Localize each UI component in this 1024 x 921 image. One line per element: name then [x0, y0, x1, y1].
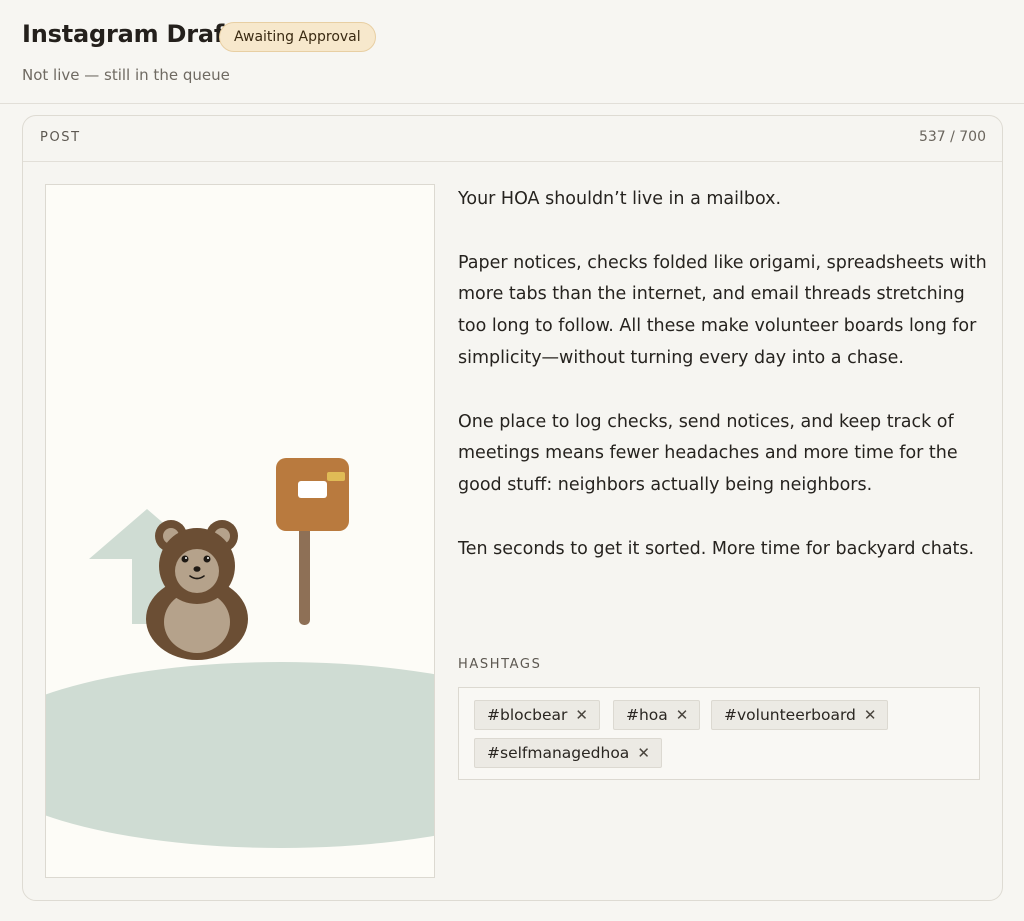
caption-paragraph: Paper notices, checks folded like origam… [458, 252, 987, 368]
hashtag-text: #selfmanagedhoa [487, 744, 630, 762]
hashtag-chip[interactable]: #hoa ✕ [613, 700, 701, 730]
mailbox-icon [276, 458, 349, 625]
caption-paragraph: Your HOA shouldn’t live in a mailbox. [458, 189, 782, 209]
hashtag-list[interactable]: #blocbear ✕ #hoa ✕ #volunteerboard ✕ #selfm… [458, 687, 980, 780]
status-badge: Awaiting Approval [219, 22, 376, 52]
remove-hashtag-icon[interactable]: ✕ [676, 701, 689, 729]
hashtag-chip[interactable]: #volunteerboard ✕ [711, 700, 889, 730]
hashtag-text: #hoa [626, 706, 668, 724]
post-illustration [46, 458, 434, 848]
remove-hashtag-icon[interactable]: ✕ [864, 701, 877, 729]
remove-hashtag-icon[interactable]: ✕ [575, 701, 588, 729]
post-caption[interactable]: Your HOA shouldn’t live in a mailbox. Pa… [458, 184, 988, 566]
hashtag-chip[interactable]: #selfmanagedhoa ✕ [474, 738, 662, 768]
faded-region [458, 788, 988, 858]
page-header: Instagram Draft Awaiting Approval Not li… [0, 0, 1024, 104]
caption-paragraph: One place to log checks, send notices, a… [458, 411, 958, 496]
hashtag-text: #blocbear [487, 706, 568, 724]
page-subtitle: Not live — still in the queue [22, 66, 230, 84]
post-card-header: POST 537 / 700 [23, 116, 1002, 162]
post-section-label: POST [40, 130, 81, 145]
remove-hashtag-icon[interactable]: ✕ [637, 739, 650, 767]
hashtags-label: HASHTAGS [458, 657, 542, 672]
bear-icon [146, 520, 248, 660]
hashtag-chip[interactable]: #blocbear ✕ [474, 700, 600, 730]
page-title: Instagram Draft [22, 20, 236, 48]
character-count: 537 / 700 [918, 129, 986, 145]
post-card: POST 537 / 700 Your HOA shouldn’t live i… [22, 115, 1003, 901]
hashtag-text: #volunteerboard [724, 706, 856, 724]
ground-hill [46, 662, 434, 848]
post-image [45, 184, 435, 878]
caption-paragraph: Ten seconds to get it sorted. More time … [458, 538, 975, 559]
